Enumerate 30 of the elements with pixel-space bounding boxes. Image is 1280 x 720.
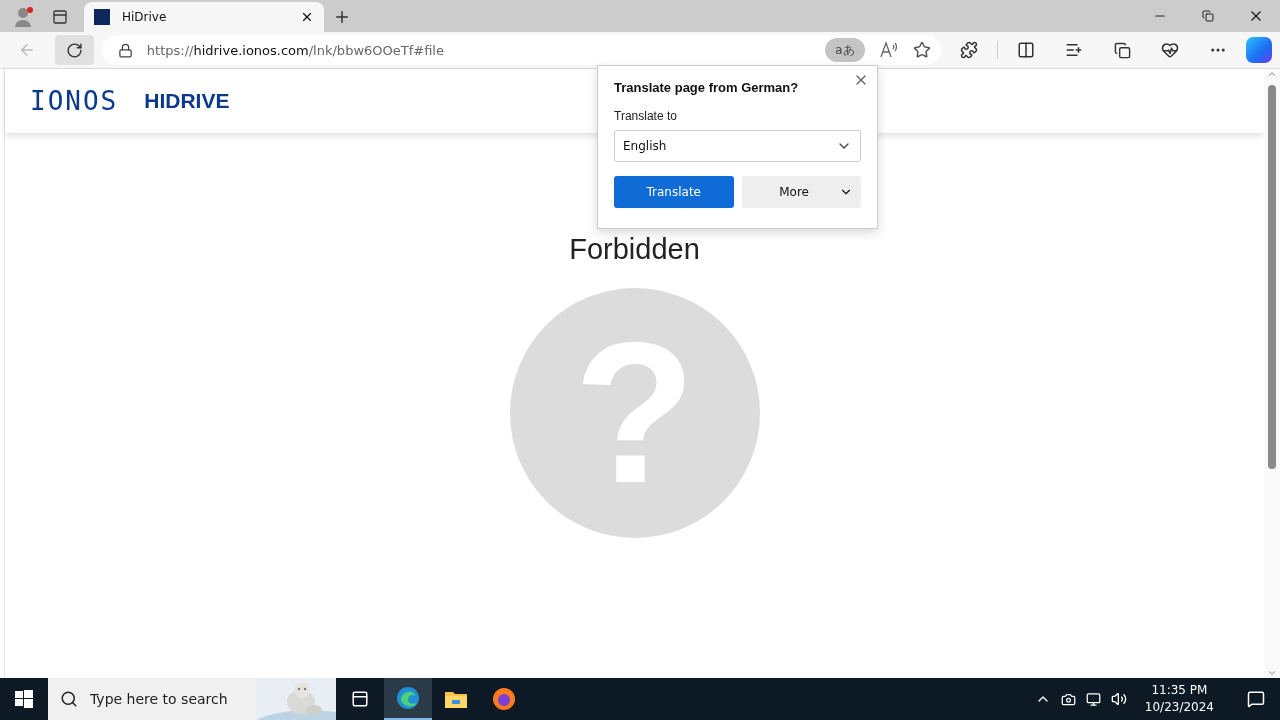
lock-icon	[117, 42, 133, 58]
favicon-icon	[94, 9, 110, 25]
tab-title: HiDrive	[122, 10, 168, 24]
question-mark: ?	[573, 313, 696, 513]
network-icon[interactable]	[1085, 691, 1101, 707]
taskbar-search-field[interactable]: Type here to search	[48, 678, 336, 720]
scrollbar[interactable]	[1264, 69, 1280, 678]
url-text: https://hidrive.ionos.com/lnk/bbw6OOeTf#file	[146, 42, 445, 58]
search-icon	[60, 690, 78, 708]
translate-button[interactable]: aあ	[825, 38, 865, 62]
browser-tab[interactable]: HiDrive	[84, 2, 324, 32]
read-aloud-icon[interactable]	[879, 41, 899, 59]
scroll-down-icon[interactable]	[1267, 668, 1277, 678]
popup-title: Translate page from German?	[614, 80, 800, 95]
field-label: Translate to	[614, 109, 678, 123]
language-select[interactable]: English	[614, 130, 861, 162]
close-tab-icon[interactable]	[300, 10, 314, 24]
product-name: HIDRIVE	[144, 89, 230, 113]
refresh-icon[interactable]	[54, 35, 94, 65]
page-heading: Forbidden	[569, 233, 700, 266]
camera-icon[interactable]	[1060, 691, 1076, 707]
volume-icon[interactable]	[1110, 691, 1127, 707]
more-button[interactable]: More	[741, 176, 861, 208]
translate-button[interactable]: Translate	[614, 176, 734, 208]
address-bar[interactable]: https://hidrive.ionos.com/lnk/bbw6OOeTf#file aあ	[101, 35, 941, 65]
favorite-star-icon[interactable]	[913, 41, 931, 59]
search-placeholder: Type here to search	[90, 691, 229, 707]
brand-logo[interactable]: IONOS	[30, 86, 119, 116]
scroll-up-icon[interactable]	[1267, 69, 1277, 79]
clock[interactable]: 11:35 PM 10/23/2024	[1144, 682, 1214, 716]
